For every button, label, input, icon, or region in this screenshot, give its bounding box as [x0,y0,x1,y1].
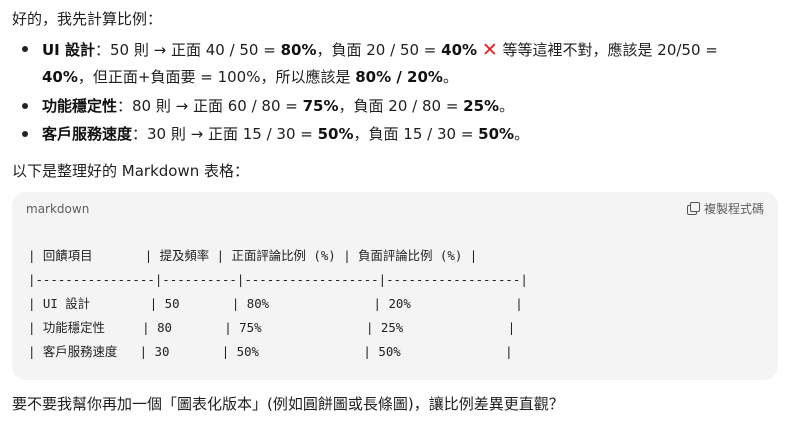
bullet-ui-design-continued: 40%，但正面+負面要 = 100%，所以應該是 80% / 20%。 [42,68,458,86]
code-line: | 回饋項目 | 提及頻率 | 正面評論比例 (%) | 負面評論比例 (%) … [28,248,478,263]
copy-code-button[interactable]: 複製程式碼 [686,200,764,217]
closing-question: 要不要我幫你再加一個「圖表化版本」(例如圓餅圖或長條圖)，讓比例差異更直觀？ [12,395,564,413]
copy-code-label: 複製程式碼 [703,202,764,216]
copy-icon [686,202,700,215]
cross-mark-icon: ✕ [481,39,498,61]
code-block: markdown 複製程式碼 | 回饋項目 | 提及頻率 | 正面評論比例 (%… [12,192,778,380]
code-line: | UI 設計 | 50 | 80% | 20% | [28,296,523,311]
bullet-title: UI 設計 [42,41,95,59]
code-content: | 回饋項目 | 提及頻率 | 正面評論比例 (%) | 負面評論比例 (%) … [28,244,528,364]
table-intro-text: 以下是整理好的 Markdown 表格： [12,162,249,180]
bullet-title: 功能穩定性 [42,97,118,115]
bullet-service-speed: 客戶服務速度：30 則 → 正面 15 / 30 = 50%，負面 15 / 3… [42,125,530,143]
code-line: |----------------|----------|-----------… [28,272,528,287]
bullet-dot [22,103,28,109]
bullet-stability: 功能穩定性：80 則 → 正面 60 / 80 = 75%，負面 20 / 80… [42,97,515,115]
code-line: | 客戶服務速度 | 30 | 50% | 50% | [28,344,513,359]
intro-text: 好的，我先計算比例： [12,10,163,28]
code-line: | 功能穩定性 | 80 | 75% | 25% | [28,320,516,335]
bullet-title: 客戶服務速度 [42,125,133,143]
bullet-ui-design: UI 設計：50 則 → 正面 40 / 50 = 80%，負面 20 / 50… [42,39,718,61]
code-language-label: markdown [26,202,90,216]
bullet-dot [22,131,28,137]
bullet-dot [22,46,28,52]
